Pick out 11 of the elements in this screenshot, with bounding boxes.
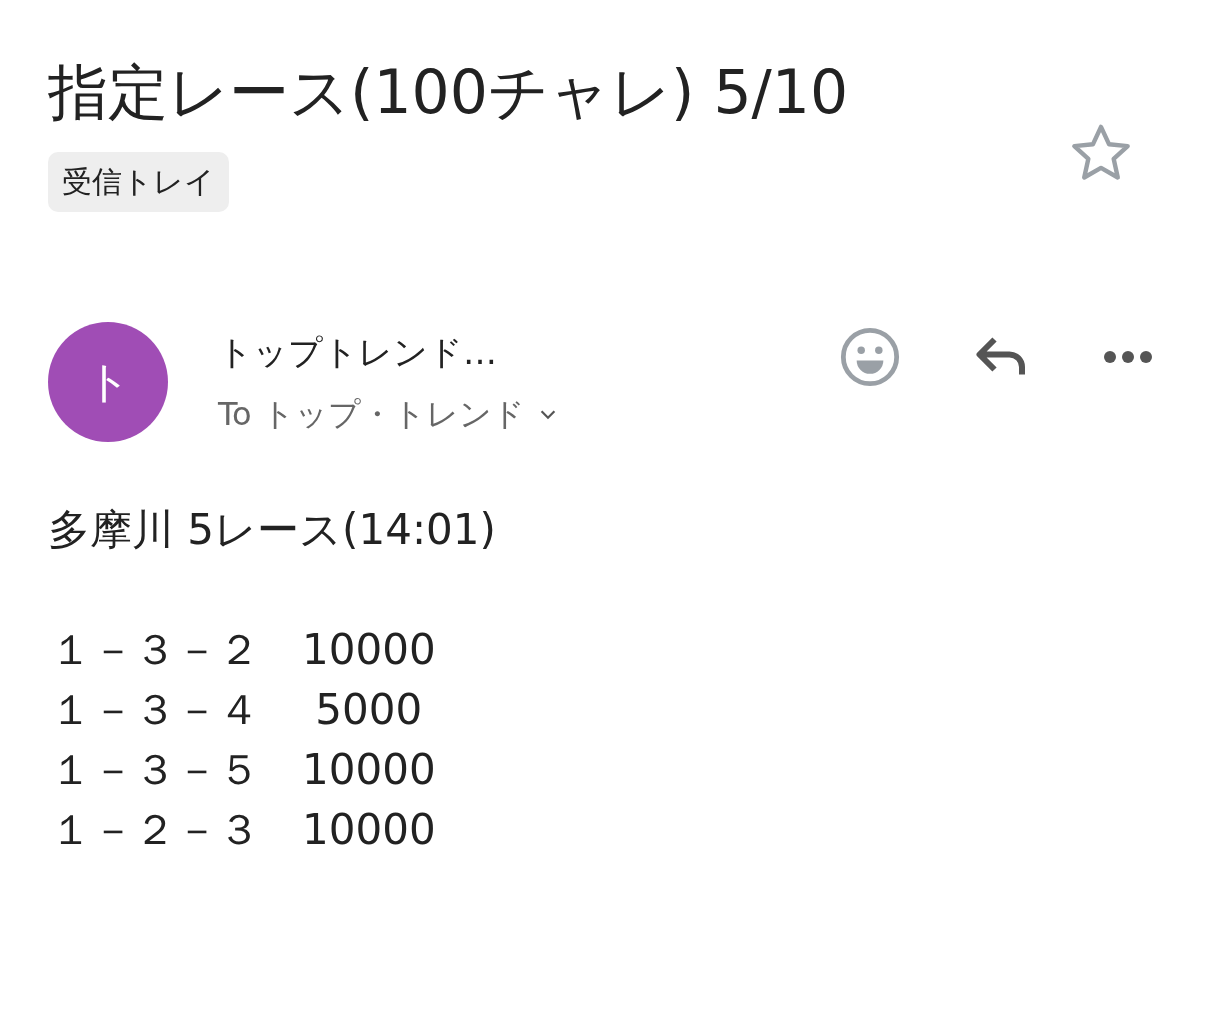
email-subject: 指定レース(100チャレ) 5/10 <box>48 56 850 129</box>
recipient-text: To トップ・トレンド <box>218 394 525 434</box>
sender-name: トップトレンド… <box>218 331 498 374</box>
body-text-line: １－３－２ 10000 <box>50 624 437 676</box>
body-heading: 多摩川 5レース(14:01) <box>48 504 497 556</box>
label-chip[interactable]: 受信トレイ <box>48 152 229 212</box>
body-text-line: １－３－５ 10000 <box>50 744 437 796</box>
body-text-line: １－２－３ 10000 <box>50 804 437 856</box>
body-text-line: １－３－４ 5000 <box>50 684 424 736</box>
sender-avatar[interactable]: ト <box>48 322 168 442</box>
emoji-reaction-button[interactable] <box>838 325 902 389</box>
